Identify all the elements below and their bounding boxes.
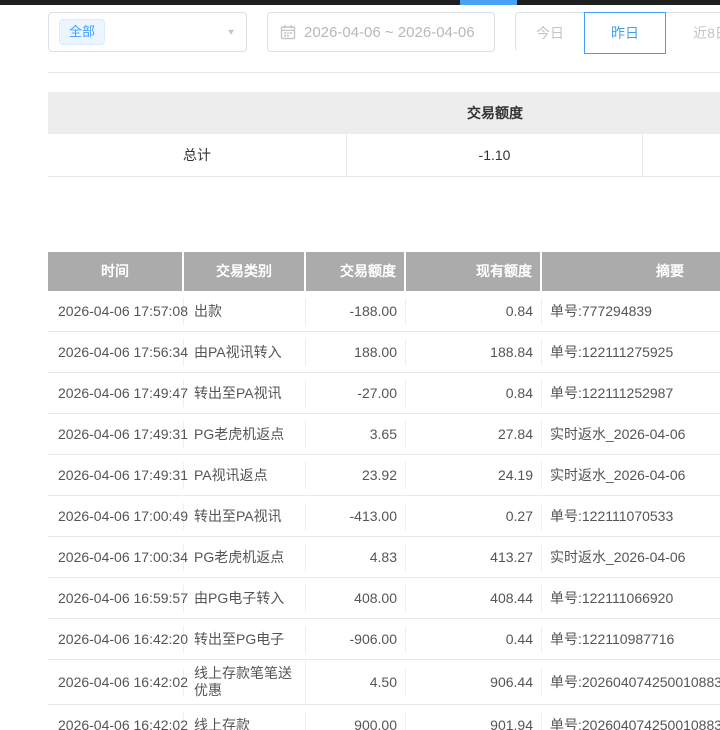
summary-total-blank [643, 134, 720, 176]
cell-summary: 单号:122111275925 [542, 339, 720, 366]
date-range-input[interactable]: 2026-04-06 ~ 2026-04-06 [267, 12, 495, 52]
cell-type: 线上存款笔笔送优惠 [184, 660, 306, 704]
cell-summary: 单号:122111070533 [542, 503, 720, 530]
table-row: 2026-04-06 17:49:31PG老虎机返点3.6527.84实时返水_… [48, 414, 720, 455]
cell-time: 2026-04-06 16:42:02 [48, 669, 184, 696]
cell-summary: 实时返水_2026-04-06 [542, 421, 720, 448]
cell-type: 转出至PA视讯 [184, 380, 306, 407]
cell-summary: 实时返水_2026-04-06 [542, 544, 720, 571]
cell-time: 2026-04-06 17:00:49 [48, 503, 184, 530]
cell-summary: 单号:202604074250010883 [542, 669, 720, 696]
cell-type: 由PA视讯转入 [184, 339, 306, 366]
today-button[interactable]: 今日 [516, 13, 584, 53]
summary-table: 交易额度 总计 -1.10 [48, 92, 720, 177]
calendar-icon [280, 24, 296, 40]
quick-date-button-group: 今日 昨日 近8日 [515, 12, 720, 52]
summary-total-row: 总计 -1.10 [48, 134, 720, 177]
table-row: 2026-04-06 17:00:34PG老虎机返点4.83413.27实时返水… [48, 537, 720, 578]
table-row: 2026-04-06 16:42:02线上存款900.00901.94单号:20… [48, 705, 720, 730]
cell-balance: 901.94 [406, 712, 542, 730]
cell-balance: 27.84 [406, 421, 542, 448]
cell-type: 线上存款 [184, 712, 306, 730]
summary-total-label: 总计 [48, 134, 347, 176]
cell-type: PA视讯返点 [184, 462, 306, 489]
cell-amount: 23.92 [306, 462, 406, 489]
yesterday-button[interactable]: 昨日 [584, 12, 666, 54]
table-header-row: 时间 交易类别 交易额度 现有额度 摘要 [48, 252, 720, 291]
column-header-balance: 现有额度 [406, 252, 542, 291]
cell-time: 2026-04-06 17:49:31 [48, 462, 184, 489]
cell-balance: 0.84 [406, 380, 542, 407]
top-strip-accent [460, 0, 517, 5]
summary-header-amount: 交易额度 [347, 103, 643, 123]
cell-summary: 单号:122111252987 [542, 380, 720, 407]
cell-balance: 0.27 [406, 503, 542, 530]
table-row: 2026-04-06 17:49:31PA视讯返点23.9224.19实时返水_… [48, 455, 720, 496]
table-body: 2026-04-06 17:57:08出款-188.000.84单号:77729… [48, 291, 720, 730]
cell-type: PG老虎机返点 [184, 421, 306, 448]
cell-time: 2026-04-06 17:56:34 [48, 339, 184, 366]
table-row: 2026-04-06 16:42:20转出至PG电子-906.000.44单号:… [48, 619, 720, 660]
cell-time: 2026-04-06 16:59:57 [48, 585, 184, 612]
transaction-type-select[interactable]: 全部 ▼ [48, 12, 247, 52]
cell-time: 2026-04-06 17:57:08 [48, 298, 184, 325]
chevron-down-icon: ▼ [226, 28, 236, 37]
table-row: 2026-04-06 17:00:49转出至PA视讯-413.000.27单号:… [48, 496, 720, 537]
cell-balance: 24.19 [406, 462, 542, 489]
table-row: 2026-04-06 17:57:08出款-188.000.84单号:77729… [48, 291, 720, 332]
cell-time: 2026-04-06 17:49:47 [48, 380, 184, 407]
cell-summary: 单号:202604074250010883 [542, 712, 720, 730]
cell-type: 由PG电子转入 [184, 585, 306, 612]
cell-amount: 3.65 [306, 421, 406, 448]
cell-time: 2026-04-06 17:00:34 [48, 544, 184, 571]
column-header-type: 交易类别 [184, 252, 306, 291]
cell-amount: 408.00 [306, 585, 406, 612]
cell-amount: -906.00 [306, 626, 406, 653]
cell-amount: -413.00 [306, 503, 406, 530]
cell-balance: 413.27 [406, 544, 542, 571]
cell-amount: -27.00 [306, 380, 406, 407]
cell-amount: 188.00 [306, 339, 406, 366]
cell-balance: 0.84 [406, 298, 542, 325]
column-header-amount: 交易额度 [306, 252, 406, 291]
column-header-time: 时间 [48, 252, 184, 291]
table-row: 2026-04-06 17:49:47转出至PA视讯-27.000.84单号:1… [48, 373, 720, 414]
cell-type: 转出至PG电子 [184, 626, 306, 653]
cell-time: 2026-04-06 16:42:02 [48, 712, 184, 730]
cell-amount: 4.50 [306, 669, 406, 696]
page: 全部 ▼ 2026-04-06 ~ 2026-04-06 今日 昨日 近8日 [0, 0, 720, 730]
cell-summary: 实时返水_2026-04-06 [542, 462, 720, 489]
summary-header-row: 交易额度 [48, 92, 720, 134]
column-header-summary: 摘要 [542, 252, 720, 291]
cell-amount: 900.00 [306, 712, 406, 730]
summary-total-value: -1.10 [347, 134, 643, 176]
cell-balance: 906.44 [406, 669, 542, 696]
cell-balance: 188.84 [406, 339, 542, 366]
table-row: 2026-04-06 17:56:34由PA视讯转入188.00188.84单号… [48, 332, 720, 373]
section-divider [48, 72, 720, 73]
browser-top-strip [0, 0, 720, 5]
transaction-table: 时间 交易类别 交易额度 现有额度 摘要 2026-04-06 17:57:08… [48, 252, 720, 730]
cell-summary: 单号:122111066920 [542, 585, 720, 612]
cell-amount: 4.83 [306, 544, 406, 571]
cell-balance: 0.44 [406, 626, 542, 653]
table-row: 2026-04-06 16:59:57由PG电子转入408.00408.44单号… [48, 578, 720, 619]
cell-balance: 408.44 [406, 585, 542, 612]
cell-summary: 单号:122110987716 [542, 626, 720, 653]
table-row: 2026-04-06 16:42:02线上存款笔笔送优惠4.50906.44单号… [48, 660, 720, 705]
cell-time: 2026-04-06 17:49:31 [48, 421, 184, 448]
cell-type: 出款 [184, 298, 306, 325]
cell-type: PG老虎机返点 [184, 544, 306, 571]
selected-type-tag[interactable]: 全部 [59, 19, 105, 45]
last-8-days-button[interactable]: 近8日 [666, 13, 720, 53]
date-range-value: 2026-04-06 ~ 2026-04-06 [304, 24, 475, 41]
cell-time: 2026-04-06 16:42:20 [48, 626, 184, 653]
cell-amount: -188.00 [306, 298, 406, 325]
cell-type: 转出至PA视讯 [184, 503, 306, 530]
cell-summary: 单号:777294839 [542, 298, 720, 325]
filter-bar: 全部 ▼ 2026-04-06 ~ 2026-04-06 今日 昨日 近8日 [48, 12, 720, 52]
